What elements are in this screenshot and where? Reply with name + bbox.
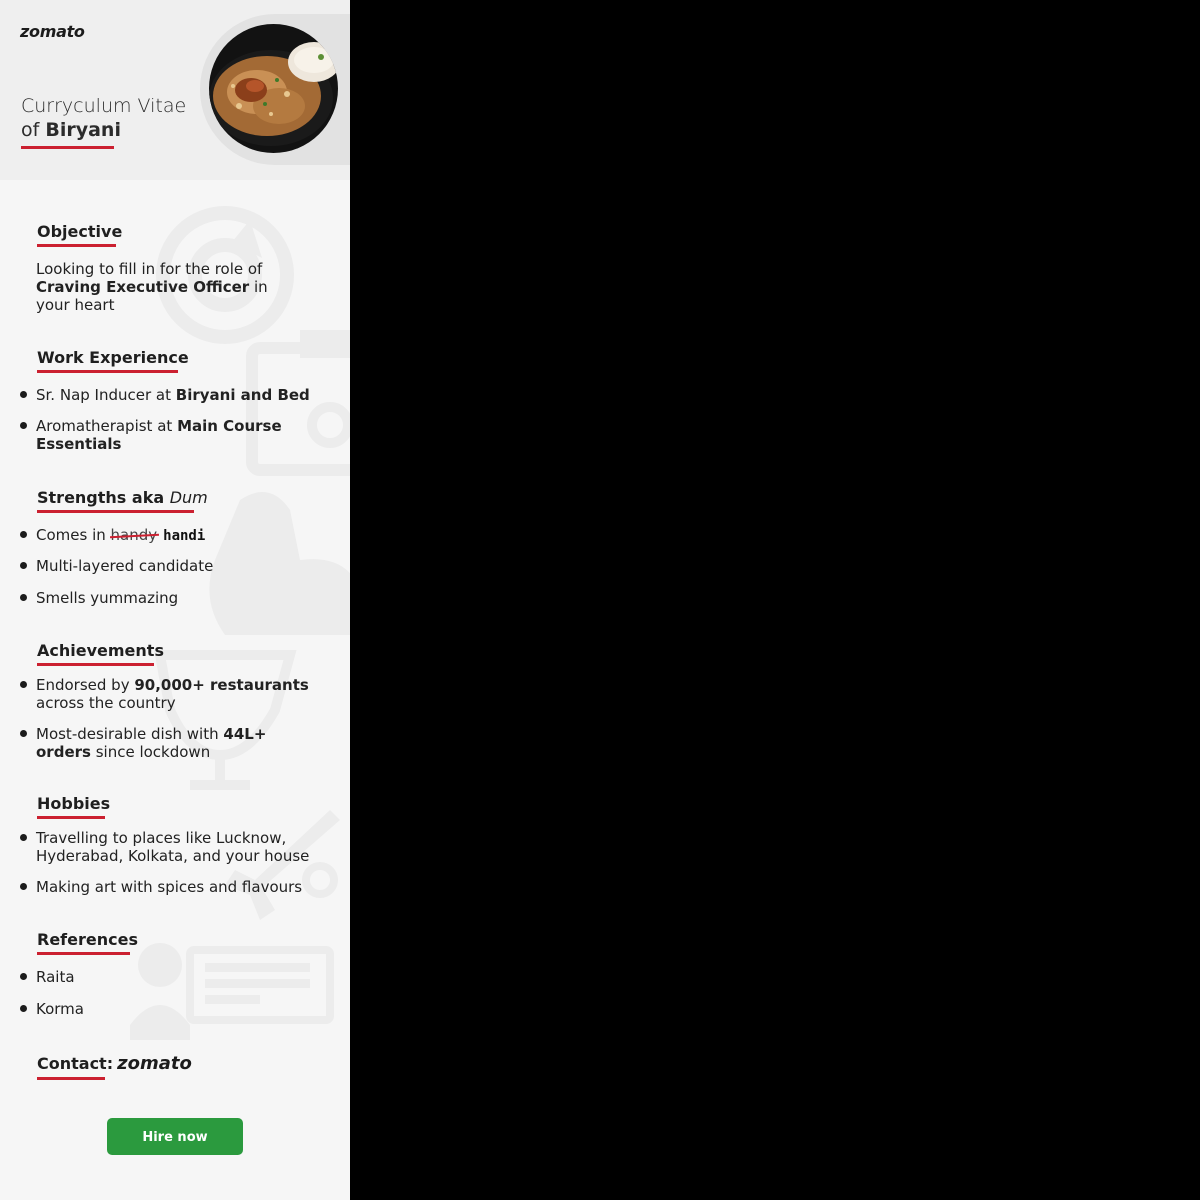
achievements-underline [37,663,154,666]
hobbies-heading: Hobbies [37,794,111,813]
objective-text: Looking to fill in for the role of Cravin… [36,260,268,314]
header: zomato Curryculum Vitae of Biryani [0,0,350,180]
bullet [20,391,27,398]
references-underline [37,952,130,955]
cv-card: zomato Curryculum Vitae of Biryani Objec… [0,0,350,1200]
handwritten-word: handi [163,528,206,544]
list-item: Most-desirable dish with 44L+ orders sin… [36,725,267,761]
work-experience-underline [37,370,178,373]
list-item: Travelling to places like Lucknow, Hyder… [36,829,310,865]
contact-heading: Contact: zomato [37,1053,192,1074]
bullet [20,562,27,569]
bullet [20,422,27,429]
list-item: Making art with spices and flavours [36,878,303,896]
list-item: Sr. Nap Inducer at Biryani and Bed [36,386,310,404]
list-item: Multi-layered candidate [36,557,214,575]
list-item: Korma [36,1000,84,1018]
contact-underline [37,1077,105,1080]
list-item: Endorsed by 90,000+ restaurants across t… [36,676,309,712]
list-item: Aromatherapist at Main Course Essentials [36,417,282,453]
strengths-heading: Strengths aka Dum [37,488,208,507]
bullet [20,973,27,980]
strengths-underline [37,510,194,513]
list-item: Smells yummazing [36,589,179,607]
objective-heading: Objective [37,222,123,241]
references-heading: References [37,930,138,949]
zomato-logo: zomato [20,22,85,41]
bullet [20,883,27,890]
zomato-logo: zomato [117,1053,192,1074]
biryani-photo [209,24,338,153]
objective-underline [37,244,116,247]
cv-title-line2: of Biryani [21,119,121,141]
bullet [20,1005,27,1012]
struck-word: handy [110,526,158,544]
bullet [20,594,27,601]
work-experience-heading: Work Experience [37,348,189,367]
list-item: Raita [36,968,75,986]
bullet [20,681,27,688]
hire-now-button[interactable]: Hire now [107,1118,243,1155]
hobbies-underline [37,816,105,819]
list-item: Comes in handy handi [36,526,206,544]
bullet [20,531,27,538]
bullet [20,730,27,737]
bullet [20,834,27,841]
cv-title-line1: Curryculum Vitae [21,95,187,117]
achievements-heading: Achievements [37,641,164,660]
title-underline [21,146,114,149]
